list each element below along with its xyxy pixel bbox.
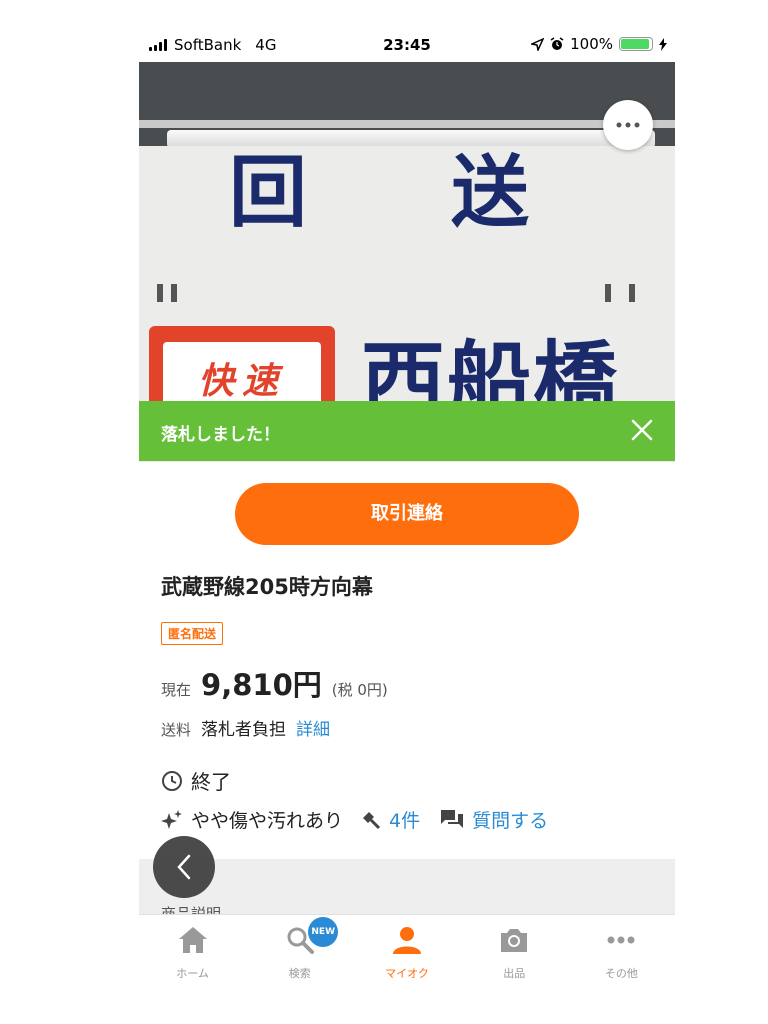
banner-message: 落札しました！: [161, 425, 280, 445]
tab-sell[interactable]: 出品: [461, 915, 568, 1024]
more-icon: [607, 936, 635, 944]
location-arrow-icon: [531, 37, 545, 51]
rail: [139, 120, 675, 128]
close-icon[interactable]: [627, 415, 657, 445]
battery-icon: [619, 37, 653, 51]
price-row: 現在 9,810円 (税 0円): [161, 662, 388, 704]
app-screen: SoftBank 4G 23:45 100% 回 送 快速 西船橋 落札しました…: [139, 28, 675, 1024]
shipping-details-link[interactable]: 詳細: [296, 715, 330, 740]
tab-search[interactable]: NEW 検索: [246, 915, 353, 1024]
item-title: 武蔵野線205時方向幕: [161, 575, 373, 599]
tab-other-label: その他: [604, 967, 638, 980]
shipping-value: 落札者負担: [201, 720, 287, 740]
gavel-icon: [363, 811, 381, 829]
contact-seller-button[interactable]: 取引連絡: [235, 483, 579, 545]
won-banner: 落札しました！: [139, 401, 675, 461]
tab-myauction[interactable]: マイオク: [353, 915, 460, 1024]
camera-icon: [501, 929, 528, 952]
price-label: 現在: [161, 681, 192, 699]
clock-icon: [162, 770, 182, 791]
item-condition: やや傷や汚れあり: [191, 810, 344, 832]
more-options-button[interactable]: [603, 100, 653, 150]
more-horizontal-icon: [616, 122, 640, 128]
tab-other[interactable]: その他: [568, 915, 675, 1024]
question-chat-icon: [441, 809, 464, 828]
shipping-row: 送料 落札者負担 詳細: [161, 715, 330, 740]
bottom-tab-bar: ホーム NEW 検索 マイオク 出品 その他: [139, 914, 675, 1024]
new-badge: NEW: [308, 917, 339, 947]
tab-search-label: 検索: [288, 967, 311, 980]
home-icon: [178, 927, 207, 953]
alarm-icon: [550, 37, 564, 50]
chevron-left-icon: [177, 854, 191, 880]
battery-percent: 100%: [570, 35, 613, 53]
back-button[interactable]: [153, 836, 215, 898]
person-icon: [393, 927, 421, 954]
shipping-label: 送料: [161, 721, 192, 739]
ask-question-link[interactable]: 質問する: [472, 806, 548, 833]
anonymous-shipping-badge: 匿名配送: [161, 622, 224, 645]
bids-link[interactable]: 4件: [389, 806, 420, 833]
status-bar: SoftBank 4G 23:45 100%: [139, 28, 675, 62]
item-info-row: やや傷や汚れあり 4件 質問する: [161, 806, 548, 833]
tab-home[interactable]: ホーム: [139, 915, 246, 1024]
current-price: 9,810円: [201, 668, 322, 702]
tab-sell-label: 出品: [503, 967, 526, 980]
tab-home-label: ホーム: [176, 967, 209, 980]
auction-status: 終了: [191, 770, 231, 794]
tab-myauction-label: マイオク: [385, 967, 429, 980]
sign-char-2: 送: [451, 148, 530, 238]
auction-status-row: 終了: [161, 766, 231, 795]
sparkle-icon: [161, 809, 182, 829]
sign-char-1: 回: [229, 148, 308, 238]
tax-amount: (税 0円): [331, 681, 388, 699]
charging-bolt-icon: [659, 37, 667, 51]
description-section: 商品説明: [139, 859, 675, 923]
